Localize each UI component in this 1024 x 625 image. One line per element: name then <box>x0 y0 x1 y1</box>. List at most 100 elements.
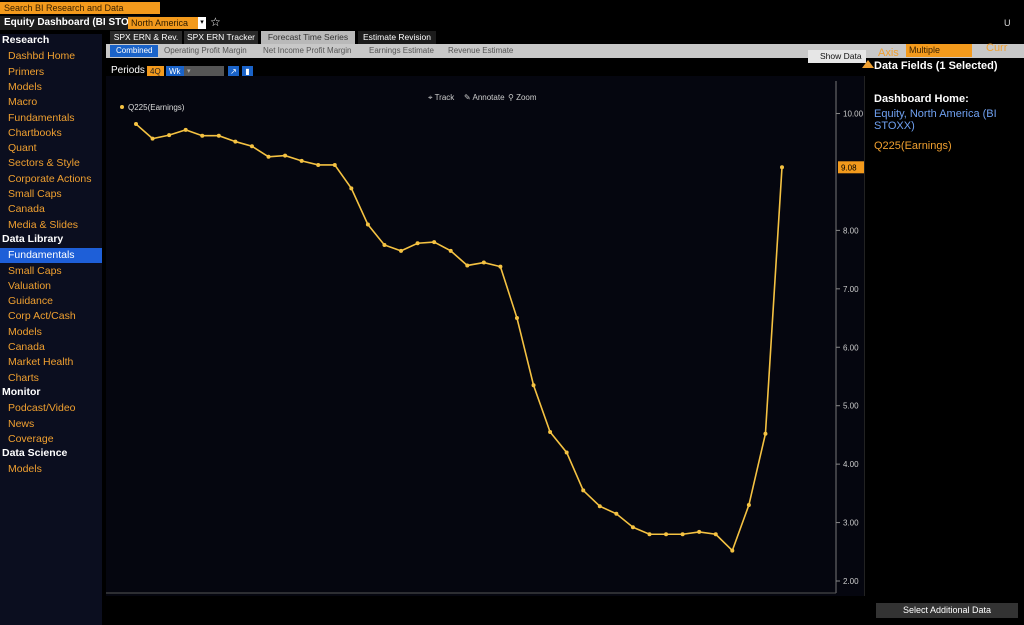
axis-select[interactable]: Multiple <box>906 44 972 57</box>
search-input[interactable]: Search BI Research and Data <box>0 2 160 14</box>
show-data-button[interactable]: Show Data <box>808 50 866 63</box>
sidebar-item[interactable]: Valuation <box>0 279 102 294</box>
data-fields-title: Data Fields (1 Selected) <box>874 60 998 72</box>
data-point <box>382 243 387 248</box>
sidebar-section-0: Research <box>2 34 50 46</box>
tab-estimate-revision[interactable]: Estimate Revision <box>358 31 436 44</box>
top-right-label[interactable]: U <box>1004 18 1011 28</box>
data-point <box>415 241 420 246</box>
y-tick-label: 8.00 <box>843 226 859 235</box>
sidebar-item[interactable]: Fundamentals <box>0 111 102 126</box>
data-point <box>664 532 669 537</box>
data-point <box>233 139 238 144</box>
data-point <box>647 532 652 537</box>
sidebar-item[interactable]: Primers <box>0 65 102 80</box>
data-point <box>316 162 321 167</box>
axis-label: Axis <box>878 47 899 59</box>
data-point <box>746 503 751 508</box>
series-field[interactable]: Q225(Earnings) <box>874 140 952 152</box>
legend-label: Q225(Earnings) <box>128 103 185 112</box>
data-point <box>614 511 619 516</box>
sidebar-item[interactable]: Dashbd Home <box>0 49 102 64</box>
region-select[interactable]: North America <box>128 17 206 29</box>
data-point <box>216 133 221 138</box>
data-point <box>630 525 635 530</box>
tab-forecast-time-series[interactable]: Forecast Time Series <box>261 31 355 44</box>
data-point <box>581 488 586 493</box>
data-point <box>365 222 370 227</box>
sidebar-item[interactable]: Canada <box>0 202 102 217</box>
select-additional-data-button[interactable]: Select Additional Data <box>876 603 1018 618</box>
sidebar-item[interactable]: Coverage <box>0 432 102 447</box>
currency-label[interactable]: Curr <box>986 42 1007 54</box>
dashboard-source-link[interactable]: Equity, North America (BI STOXX) <box>874 108 1024 132</box>
line-chart: Q225(Earnings) 2.00 3.00 4.00 5.00 6.00 7.00 8.… <box>106 81 864 594</box>
last-value-label: 9.08 <box>841 163 857 172</box>
data-point <box>730 548 735 553</box>
sidebar-item[interactable]: Corp Act/Cash <box>0 309 102 324</box>
sidebar-item[interactable]: Media & Slides <box>0 218 102 233</box>
data-point <box>514 316 519 321</box>
data-point <box>134 122 138 127</box>
sidebar-item[interactable]: Models <box>0 80 102 95</box>
data-point <box>713 532 718 537</box>
data-point <box>498 264 503 269</box>
data-point <box>399 248 404 253</box>
annotate-tool[interactable]: ✎ Annotate <box>464 93 505 102</box>
series-line <box>135 123 783 553</box>
sidebar-item[interactable]: Charts <box>0 371 102 386</box>
periods-label: Periods <box>111 65 145 76</box>
track-label: Track <box>434 93 455 102</box>
data-point <box>266 154 271 159</box>
sidebar-item[interactable]: Sectors & Style <box>0 156 102 171</box>
sidebar: Research Dashbd Home Primers Models Macro Fun… <box>0 34 102 625</box>
subtab-operating-profit-margin[interactable]: Operating Profit Margin <box>164 45 247 57</box>
sidebar-item[interactable]: Market Health <box>0 355 102 370</box>
data-point <box>349 186 354 191</box>
sidebar-section-3: Data Science <box>2 447 68 460</box>
dashboard-home-label: Dashboard Home: <box>874 93 969 105</box>
y-tick-label: 6.00 <box>843 343 859 352</box>
sidebar-item[interactable]: Chartbooks <box>0 126 102 141</box>
chevron-down-icon[interactable]: ▾ <box>198 17 206 29</box>
data-point <box>780 165 784 170</box>
sidebar-item[interactable]: Podcast/Video <box>0 401 102 416</box>
sidebar-item[interactable]: Models <box>0 325 102 340</box>
zoom-tool[interactable]: ⚲ Zoom <box>508 93 537 102</box>
sidebar-item[interactable]: Fundamentals <box>0 248 102 264</box>
sidebar-section-2: Monitor <box>2 385 41 398</box>
sidebar-item[interactable]: Corporate Actions <box>0 172 102 187</box>
track-tool[interactable]: ⌖ Track <box>428 93 454 103</box>
annotate-label: Annotate <box>472 93 505 102</box>
sidebar-item[interactable]: News <box>0 417 102 432</box>
data-point <box>448 248 453 253</box>
tab-spx-ern-tracker[interactable]: SPX ERN Tracker <box>184 31 258 44</box>
sidebar-item[interactable]: Quant <box>0 141 102 156</box>
y-tick-label: 2.00 <box>843 577 859 586</box>
subtab-combined[interactable]: Combined <box>110 45 159 57</box>
subtab-revenue-estimate[interactable]: Revenue Estimate <box>448 45 513 57</box>
sidebar-item[interactable]: Canada <box>0 340 102 355</box>
data-point <box>249 144 254 149</box>
data-point <box>548 429 553 434</box>
legend-marker <box>120 105 124 109</box>
data-point <box>465 263 470 268</box>
data-point <box>183 127 188 132</box>
sidebar-item[interactable]: Small Caps <box>0 187 102 202</box>
sidebar-item[interactable]: Guidance <box>0 294 102 309</box>
sidebar-item[interactable]: Small Caps <box>0 264 102 279</box>
subtab-earnings-estimate[interactable]: Earnings Estimate <box>369 45 434 57</box>
chart-area[interactable]: Q225(Earnings) 2.00 3.00 4.00 5.00 6.00 7.00 8.… <box>106 76 865 596</box>
sidebar-item[interactable]: Macro <box>0 95 102 110</box>
subtab-net-income-profit-margin[interactable]: Net Income Profit Margin <box>263 45 351 57</box>
star-icon[interactable]: ☆ <box>210 15 221 29</box>
y-tick-label: 3.00 <box>843 519 859 528</box>
collapse-icon[interactable] <box>862 60 874 68</box>
show-data-label: Show Data <box>820 51 862 61</box>
data-point <box>299 158 304 163</box>
sidebar-item[interactable]: Models <box>0 462 102 477</box>
data-point <box>763 431 768 436</box>
data-point <box>200 133 205 138</box>
y-tick-label: 10.00 <box>843 110 864 119</box>
tab-spx-ern-rev[interactable]: SPX ERN & Rev. <box>110 31 182 44</box>
